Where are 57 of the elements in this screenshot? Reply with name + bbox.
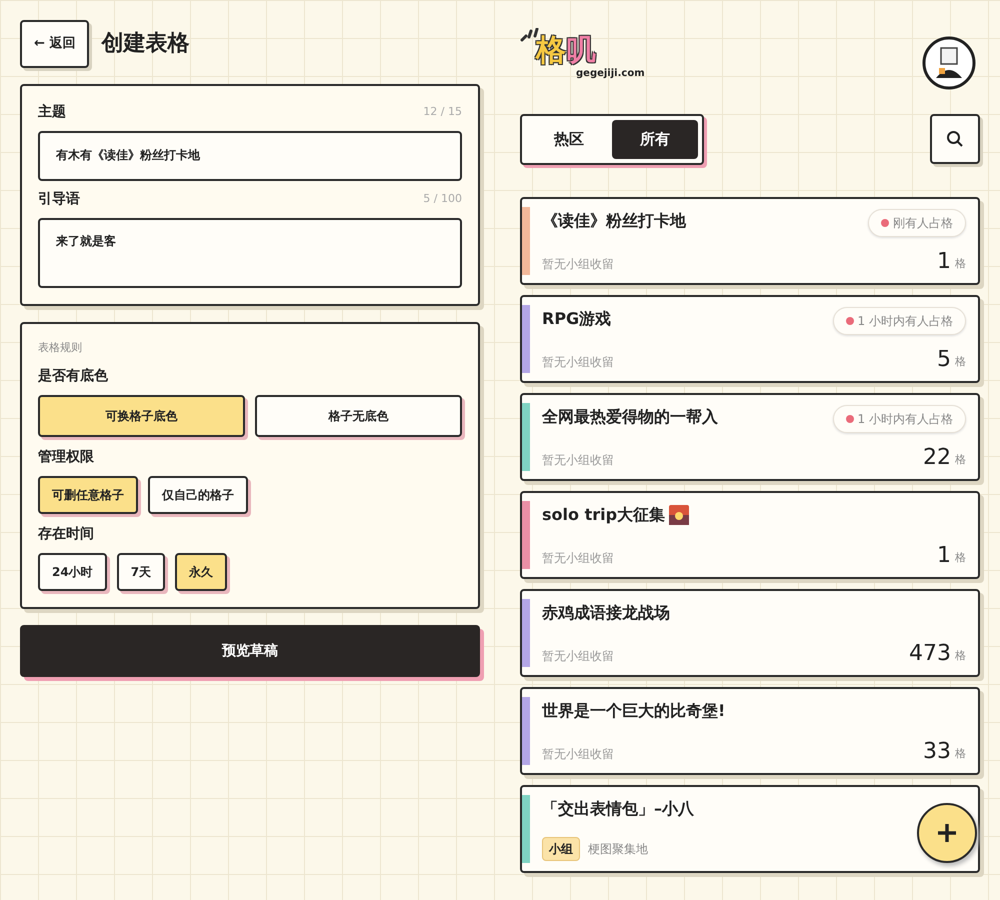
count-unit: 格 [955, 648, 966, 664]
logo: 格叽 [536, 36, 597, 66]
option-button[interactable]: 可删任意格子 [38, 476, 138, 514]
group-label: 存在时间 [38, 525, 95, 544]
count-unit: 格 [955, 354, 966, 370]
board-title: RPG游戏 [542, 308, 612, 330]
tab[interactable]: 热区 [526, 120, 612, 158]
tab[interactable]: 所有 [612, 120, 698, 158]
option-button[interactable]: 24小时 [38, 553, 107, 591]
count-unit: 格 [955, 256, 966, 272]
plus-icon [935, 821, 959, 845]
search-icon [946, 130, 964, 148]
textarea-field[interactable]: 来了就是客 [38, 218, 462, 288]
option-button[interactable]: 永久 [175, 553, 228, 591]
group-label: 管理权限 [38, 448, 95, 467]
group-tag: 小组 [542, 836, 580, 860]
option-button[interactable]: 仅自己的格子 [148, 476, 248, 514]
cell-count: 22 [923, 446, 951, 468]
cell-count: 1 [937, 544, 951, 566]
page-title: 创建表格 [101, 30, 190, 58]
group-label: 是否有底色 [38, 366, 109, 386]
board-subtitle: 暂无小组收留 [542, 354, 614, 370]
group-name: 梗图聚集地 [588, 840, 648, 858]
field-label: 引导语 [38, 190, 80, 208]
input-field[interactable]: 有木有《读佳》粉丝打卡地 [38, 130, 462, 180]
board-subtitle: 暂无小组收留 [542, 648, 614, 664]
avatar-icon[interactable] [922, 36, 976, 90]
char-counter: 5 / 100 [423, 190, 462, 207]
cell-count: 33 [923, 740, 951, 762]
board-subtitle: 暂无小组收留 [542, 452, 614, 468]
option-button[interactable]: 7天 [116, 553, 166, 591]
section-heading: 表格规则 [38, 340, 83, 356]
logo-domain: gegejiji.com [576, 67, 645, 81]
field-label: 主题 [38, 102, 66, 122]
board-title: 全网最热爱得物的一帮入 [542, 406, 718, 428]
char-counter: 12 / 15 [423, 104, 462, 120]
option-button[interactable]: 可换格子底色 [38, 395, 245, 437]
board-title: 《读佳》粉丝打卡地 [542, 210, 686, 232]
count-unit: 格 [955, 452, 966, 468]
board-subtitle: 暂无小组收留 [542, 256, 614, 272]
activity-badge: 1 小时内有人占格 [832, 306, 966, 334]
board-subtitle: 暂无小组收留 [542, 746, 614, 762]
cell-count: 1 [937, 250, 951, 272]
count-unit: 格 [955, 550, 966, 566]
board-title: solo trip大征集 [542, 504, 666, 526]
cell-count: 5 [937, 348, 951, 370]
board-title: 「交出表情包」–小八 [542, 798, 694, 820]
board-title: 赤鸡成语接龙战场 [542, 602, 670, 624]
activity-badge: 1 小时内有人占格 [832, 404, 966, 432]
preview-button[interactable]: 预览草稿 [20, 625, 480, 677]
board-title: 世界是一个巨大的比奇堡! [542, 700, 726, 722]
search-button[interactable] [930, 114, 980, 164]
count-unit: 格 [955, 746, 966, 762]
board-subtitle: 暂无小组收留 [542, 550, 614, 566]
activity-badge: 刚有人占格 [868, 208, 966, 236]
cell-count: 473 [909, 642, 951, 664]
option-button[interactable]: 格子无底色 [255, 395, 462, 437]
